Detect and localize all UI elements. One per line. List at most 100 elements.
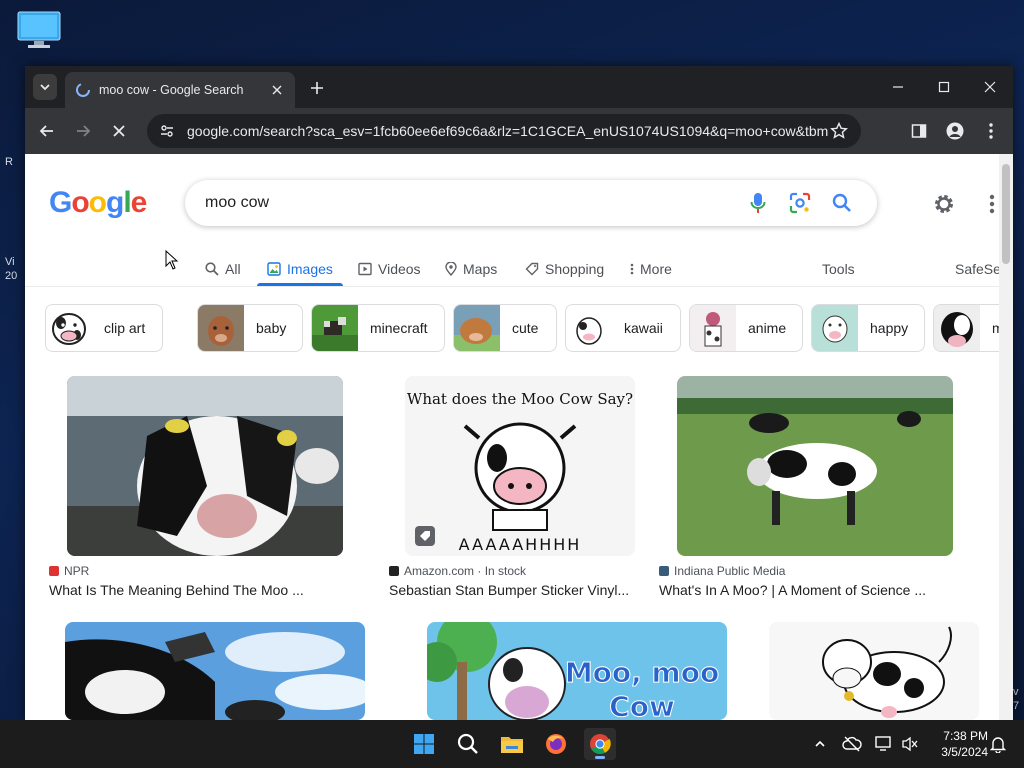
result-source-text: NPR	[64, 564, 90, 578]
moo-cow-sticker: What does the Moo Cow Say? AAAAAHHHH	[405, 376, 635, 556]
chip-happy[interactable]: happy	[811, 304, 925, 352]
chrome-button[interactable]	[584, 728, 616, 760]
stop-loading-button[interactable]	[107, 119, 131, 143]
logo-letter: e	[130, 186, 148, 219]
lens-search-button[interactable]	[785, 188, 815, 218]
search-box[interactable]: moo cow	[185, 180, 877, 226]
menu-button[interactable]	[979, 119, 1003, 143]
scrollbar-thumb[interactable]	[1002, 164, 1010, 264]
chip-label: kawaii	[624, 320, 663, 336]
chip-clip-art[interactable]: clip art	[45, 304, 163, 352]
url-text: google.com/search?sca_esv=1fcb60ee6ef69c…	[187, 123, 829, 139]
desktop-text-fragment: 7	[1013, 700, 1020, 712]
result-title[interactable]: What's In A Moo? | A Moment of Science .…	[659, 582, 926, 598]
tab-close-button[interactable]	[269, 82, 285, 98]
result-image[interactable]: What does the Moo Cow Say? AAAAAHHHH	[405, 376, 635, 556]
product-tag-badge	[415, 526, 435, 546]
taskbar-clock[interactable]: 7:38 PM 3/5/2024	[928, 728, 988, 760]
chip-anime[interactable]: anime	[689, 304, 803, 352]
back-button[interactable]	[35, 119, 59, 143]
close-window-button[interactable]	[967, 66, 1013, 108]
onedrive-button[interactable]	[840, 732, 864, 756]
result-image[interactable]	[65, 622, 365, 720]
amazon-favicon-icon	[389, 566, 399, 576]
tab-shopping[interactable]: Shopping	[525, 252, 604, 286]
search-icon	[832, 193, 851, 212]
google-logo[interactable]: Google	[49, 186, 148, 220]
result-image[interactable]	[769, 622, 979, 720]
tabs-divider	[25, 286, 999, 287]
show-hidden-icons-button[interactable]	[808, 732, 832, 756]
image-result[interactable]: What does the Moo Cow Say? AAAAAHHHH Ama…	[385, 376, 675, 598]
profile-button[interactable]	[943, 119, 967, 143]
tools-button[interactable]: Tools	[822, 252, 855, 286]
notifications-button[interactable]	[986, 732, 1010, 756]
search-button[interactable]	[827, 188, 857, 218]
address-bar[interactable]: google.com/search?sca_esv=1fcb60ee6ef69c…	[147, 114, 861, 148]
maximize-icon	[938, 81, 950, 93]
tab-all[interactable]: All	[205, 252, 241, 286]
chip-label: anime	[748, 320, 787, 336]
chrome-icon	[590, 734, 611, 755]
chip-minecraft[interactable]: minecraft	[311, 304, 445, 352]
cow-sky-photo	[65, 622, 365, 720]
result-title[interactable]: Sebastian Stan Bumper Sticker Vinyl...	[389, 582, 629, 598]
safesearch-button[interactable]: SafeSe	[955, 252, 1001, 286]
kawaii-cow-thumbnail	[566, 305, 612, 351]
tab-label: More	[640, 261, 672, 277]
chip-milk[interactable]: milk	[933, 304, 999, 352]
new-tab-button[interactable]	[307, 78, 327, 98]
tab-search-button[interactable]	[33, 74, 57, 100]
browser-tab[interactable]: moo cow - Google Search	[65, 72, 295, 108]
moo-moo-cow-cartoon: Moo, moo Cow	[427, 622, 727, 720]
network-button[interactable]	[872, 732, 896, 756]
chip-kawaii[interactable]: kawaii	[565, 304, 681, 352]
search-results-page: Google moo cow All Images Videos Maps Sh…	[25, 154, 1013, 720]
settings-button[interactable]	[931, 191, 957, 217]
desktop-this-pc-icon[interactable]	[16, 10, 62, 50]
taskbar-search-button[interactable]	[452, 728, 484, 760]
result-source-text: Amazon.com · In stock	[404, 564, 527, 578]
result-image[interactable]: Moo, moo Cow	[427, 622, 727, 720]
logo-letter: l	[123, 186, 131, 219]
close-icon	[984, 81, 996, 93]
search-icon	[205, 262, 219, 276]
gear-icon	[935, 195, 953, 213]
voice-search-button[interactable]	[743, 188, 773, 218]
cow-barn-photo	[67, 376, 343, 556]
sticker-bottom-text: AAAAAHHHH	[459, 535, 582, 554]
side-panel-button[interactable]	[907, 119, 931, 143]
image-result[interactable]: Indiana Public Media What's In A Moo? | …	[655, 376, 975, 598]
image-result[interactable]	[45, 622, 385, 720]
minimize-button[interactable]	[875, 66, 921, 108]
page-scrollbar[interactable]	[999, 154, 1013, 720]
tab-images[interactable]: Images	[257, 252, 343, 286]
start-button[interactable]	[408, 728, 440, 760]
image-result[interactable]: NPR What Is The Meaning Behind The Moo .…	[45, 376, 365, 598]
file-explorer-button[interactable]	[496, 728, 528, 760]
result-image[interactable]	[677, 376, 953, 556]
bell-icon	[990, 737, 1006, 753]
search-input[interactable]: moo cow	[205, 194, 731, 212]
result-image[interactable]	[67, 376, 343, 556]
result-source: Amazon.com · In stock	[389, 564, 526, 578]
firefox-button[interactable]	[540, 728, 572, 760]
result-title[interactable]: What Is The Meaning Behind The Moo ...	[49, 582, 304, 598]
maximize-button[interactable]	[921, 66, 967, 108]
microphone-icon	[750, 193, 766, 213]
volume-button[interactable]	[898, 732, 922, 756]
chip-label: cute	[512, 320, 539, 336]
image-result[interactable]	[769, 622, 979, 720]
browser-toolbar: google.com/search?sca_esv=1fcb60ee6ef69c…	[25, 108, 1013, 154]
firefox-icon	[546, 734, 566, 754]
bookmark-button[interactable]	[829, 121, 849, 141]
chip-label: milk	[980, 320, 999, 336]
image-result[interactable]: Moo, moo Cow	[405, 622, 749, 720]
tab-videos[interactable]: Videos	[358, 252, 421, 286]
forward-button[interactable]	[71, 119, 95, 143]
chip-cute[interactable]: cute	[453, 304, 557, 352]
tab-more[interactable]: More	[630, 252, 672, 286]
chip-baby[interactable]: baby	[197, 304, 303, 352]
image-icon	[267, 262, 281, 276]
tab-maps[interactable]: Maps	[445, 252, 497, 286]
